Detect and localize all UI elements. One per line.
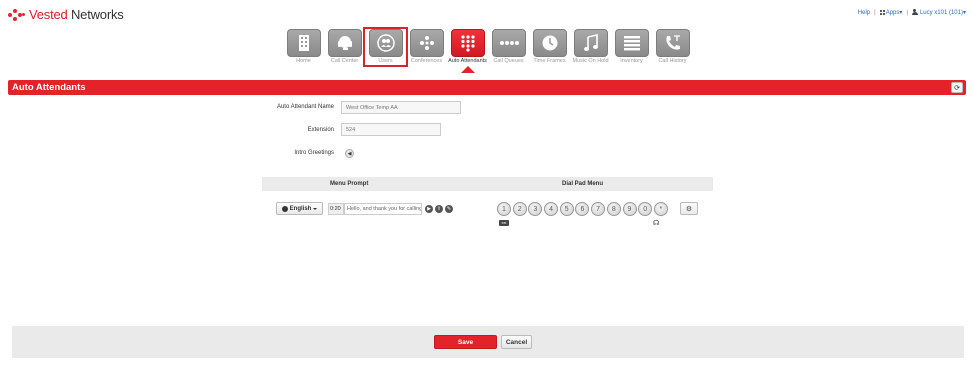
name-label: Auto Attendant Name xyxy=(276,104,334,110)
active-caret xyxy=(461,65,475,73)
headset-icon xyxy=(327,29,362,57)
nav-call-queues[interactable]: Call Queues xyxy=(488,29,529,65)
dialpad-key[interactable]: 2 xyxy=(512,202,527,216)
help-link[interactable]: Help xyxy=(858,10,870,16)
nav-inventory[interactable]: Inventory xyxy=(611,29,652,65)
prompt-text-field[interactable]: Hello, and thank you for calling xyxy=(344,203,422,215)
list-icon xyxy=(614,29,649,57)
logo-mark-icon xyxy=(8,8,26,21)
table-header: Menu Prompt Dial Pad Menu xyxy=(262,177,713,191)
dialpad-key[interactable]: * xyxy=(653,202,668,216)
dialpad-key[interactable]: 6 xyxy=(575,202,590,216)
dialpad-icon xyxy=(450,29,485,57)
apps-menu[interactable]: Apps▾ xyxy=(879,9,902,16)
nav-label: Call Queues xyxy=(493,58,524,64)
dial-by-extension-icon: ext xyxy=(499,220,509,226)
dialpad-key[interactable]: 1 xyxy=(497,202,511,216)
language-value: English xyxy=(289,205,312,212)
nav-label: Users xyxy=(378,58,393,64)
refresh-icon: ⟳ xyxy=(954,84,960,92)
dialpad-key[interactable]: 0 xyxy=(638,202,653,216)
dialpad-key[interactable]: 7 xyxy=(591,202,606,216)
nav-label: Call History xyxy=(658,58,687,64)
save-button[interactable]: Save xyxy=(434,335,497,349)
language-dropdown[interactable]: English xyxy=(276,202,323,215)
music-icon xyxy=(573,29,608,57)
chevron-down-icon xyxy=(313,207,318,210)
speaker-icon[interactable]: ◀ xyxy=(345,149,354,158)
cancel-button[interactable]: Cancel xyxy=(501,335,532,349)
dialpad-key[interactable]: 5 xyxy=(559,202,574,216)
operator-icon: ☊ xyxy=(653,220,660,227)
play-icon[interactable]: ▶ xyxy=(425,205,433,213)
nav-label: Conferences xyxy=(410,58,443,64)
nav-label: Auto Attendants xyxy=(448,58,487,64)
nav-label: Call Center xyxy=(330,58,359,64)
refresh-button[interactable]: ⟳ xyxy=(951,82,963,93)
building-icon xyxy=(286,29,321,57)
clock-icon xyxy=(532,29,567,57)
section-header: Auto Attendants ⟳ xyxy=(8,80,966,95)
nav-label: Music On Hold xyxy=(572,58,609,64)
dialpad-key[interactable]: 3 xyxy=(528,202,543,216)
nav-music-on-hold[interactable]: Music On Hold xyxy=(570,29,611,65)
nav-label: Time Frames xyxy=(533,58,566,64)
gear-icon: ⚙ xyxy=(685,205,693,213)
dialpad-key[interactable]: 9 xyxy=(622,202,637,216)
dialpad-key[interactable]: 4 xyxy=(544,202,559,216)
menu-prompt-header: Menu Prompt xyxy=(330,181,369,187)
auto-attendant-name-input[interactable] xyxy=(341,101,461,114)
queue-icon xyxy=(491,29,526,57)
conference-icon xyxy=(409,29,444,57)
user-menu[interactable]: Lucy x101 (101)▾ xyxy=(911,9,966,16)
dial-pad: 1 2 3 4 5 6 7 8 9 0 * xyxy=(497,202,670,216)
logo-text: Vested Networks xyxy=(29,7,124,22)
user-icon xyxy=(911,9,918,16)
main-nav: Home Call Center Users Conferences Auto … xyxy=(283,27,693,73)
nav-auto-attendants[interactable]: Auto Attendants xyxy=(447,29,488,73)
nav-label: Home xyxy=(296,58,311,64)
nav-users[interactable]: Users xyxy=(363,27,408,67)
dialpad-key[interactable]: 8 xyxy=(606,202,621,216)
nav-time-frames[interactable]: Time Frames xyxy=(529,29,570,65)
extension-input[interactable] xyxy=(341,123,441,136)
nav-call-center[interactable]: Call Center xyxy=(324,29,365,65)
extension-label: Extension xyxy=(307,127,334,133)
globe-icon xyxy=(281,205,288,212)
nav-home[interactable]: Home xyxy=(283,29,324,65)
top-bar: Vested Networks Help | Apps▾ | Lucy x101… xyxy=(0,0,974,28)
top-right-links: Help | Apps▾ | Lucy x101 (101)▾ xyxy=(857,9,966,16)
dial-pad-menu-header: Dial Pad Menu xyxy=(562,181,604,187)
greetings-label: Intro Greetings xyxy=(294,150,334,156)
nav-call-history[interactable]: Call History xyxy=(652,29,693,65)
logo[interactable]: Vested Networks xyxy=(8,7,124,22)
page-title: Auto Attendants xyxy=(12,82,86,93)
users-icon xyxy=(368,29,403,57)
phone-history-icon xyxy=(655,29,690,57)
nav-label: Inventory xyxy=(620,58,643,64)
record-icon[interactable]: ✎ xyxy=(445,205,453,213)
upload-icon[interactable]: ⇧ xyxy=(435,205,443,213)
prompt-duration: 0:20 xyxy=(328,203,344,215)
nav-conferences[interactable]: Conferences xyxy=(406,29,447,65)
apps-grid-icon xyxy=(879,9,885,15)
dialpad-settings-button[interactable]: ⚙ xyxy=(680,202,698,215)
